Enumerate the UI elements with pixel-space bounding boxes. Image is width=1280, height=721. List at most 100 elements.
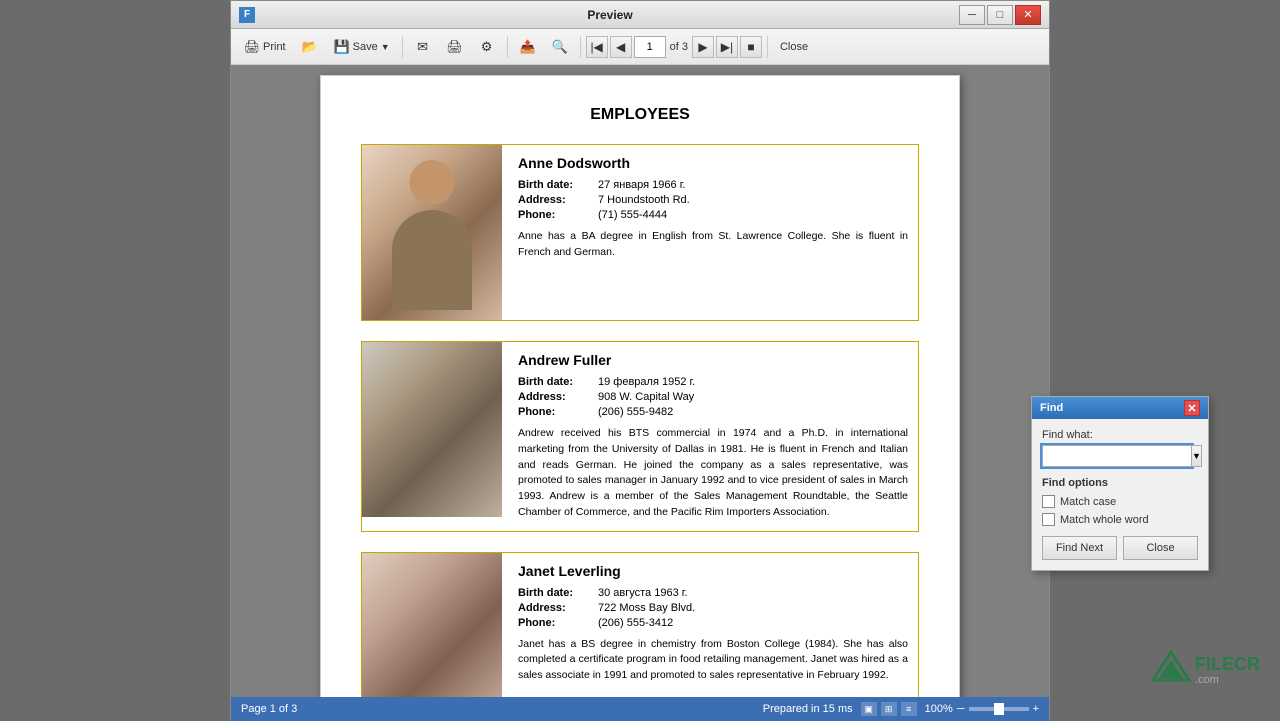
andrew-birthdate-value: 19 февраля 1952 г. (598, 376, 695, 388)
zoom-minus-button[interactable]: ─ (957, 703, 965, 715)
find-next-button[interactable]: Find Next (1042, 536, 1117, 560)
employee-info-anne: Anne Dodsworth Birth date: 27 января 196… (518, 145, 918, 320)
find-what-label: Find what: (1042, 429, 1198, 441)
print-button[interactable]: 🖨 Print (237, 33, 293, 61)
next-page-button[interactable]: ▶ (692, 36, 714, 58)
employee-photo-anne (362, 145, 502, 320)
zoom-plus-button[interactable]: + (1033, 703, 1039, 715)
employee-card-0: Anne Dodsworth Birth date: 27 января 196… (361, 144, 919, 321)
anne-birthdate-value: 27 января 1966 г. (598, 179, 685, 191)
settings-button[interactable]: ⚙ (472, 33, 502, 61)
watermark-subtext: .com (1195, 675, 1260, 686)
janet-phone-row: Phone: (206) 555-3412 (518, 617, 908, 629)
janet-phone-value: (206) 555-3412 (598, 617, 673, 629)
find-buttons: Find Next Close (1042, 536, 1198, 560)
janet-phone-label: Phone: (518, 617, 598, 629)
andrew-phone-label: Phone: (518, 406, 598, 418)
close-button[interactable]: Close (773, 33, 815, 61)
save-dropdown-arrow[interactable]: ▼ (381, 42, 390, 52)
andrew-address-value: 908 W. Capital Way (598, 391, 694, 403)
continuous-view-icon[interactable]: ≡ (901, 702, 917, 716)
find-input-dropdown[interactable]: ▼ (1192, 445, 1202, 467)
single-page-view-icon[interactable]: ▣ (861, 702, 877, 716)
janet-birthdate-value: 30 августа 1963 г. (598, 587, 687, 599)
watermark-text: FILECR (1195, 654, 1260, 675)
find-input[interactable] (1042, 445, 1192, 467)
page-of-label: of 3 (670, 41, 688, 53)
save-icon: 💾 (334, 39, 350, 55)
andrew-birthdate-row: Birth date: 19 февраля 1952 г. (518, 376, 908, 388)
employee-photo-andrew (362, 342, 502, 517)
first-page-button[interactable]: |◀ (586, 36, 608, 58)
employee-info-janet: Janet Leverling Birth date: 30 августа 1… (518, 553, 918, 698)
document-page: EMPLOYEES Anne Dodsworth Birth date: 27 … (320, 75, 960, 697)
janet-address-row: Address: 722 Moss Bay Blvd. (518, 602, 908, 614)
andrew-address-row: Address: 908 W. Capital Way (518, 391, 908, 403)
andrew-phone-row: Phone: (206) 555-9482 (518, 406, 908, 418)
andrew-address-label: Address: (518, 391, 598, 403)
title-bar: F Preview ─ □ ✕ (231, 1, 1049, 29)
separator3 (580, 36, 581, 58)
anne-bio: Anne has a BA degree in English from St.… (518, 229, 908, 261)
anne-phone-value: (71) 555-4444 (598, 209, 667, 221)
anne-address-value: 7 Houndstooth Rd. (598, 194, 690, 206)
andrew-bio: Andrew received his BTS commercial in 19… (518, 426, 908, 521)
anne-phone-label: Phone: (518, 209, 598, 221)
anne-address-row: Address: 7 Houndstooth Rd. (518, 194, 908, 206)
match-case-label: Match case (1060, 496, 1116, 508)
print2-icon: 🖨 (447, 39, 463, 55)
email-icon: ✉ (415, 39, 431, 55)
main-area: EMPLOYEES Anne Dodsworth Birth date: 27 … (231, 65, 1049, 697)
watermark: FILECR .com (1151, 650, 1260, 690)
email-button[interactable]: ✉ (408, 33, 438, 61)
open-button[interactable]: 📂 (295, 33, 325, 61)
document-title: EMPLOYEES (361, 106, 919, 124)
last-page-button[interactable]: ▶| (716, 36, 738, 58)
match-case-checkbox[interactable] (1042, 495, 1055, 508)
status-page-info: Page 1 of 3 (241, 703, 297, 715)
export-button[interactable]: 📤 (513, 33, 543, 61)
employee-photo-janet (362, 553, 502, 698)
print-icon: 🖨 (244, 39, 260, 55)
janet-birthdate-row: Birth date: 30 августа 1963 г. (518, 587, 908, 599)
match-whole-word-checkbox[interactable] (1042, 513, 1055, 526)
andrew-birthdate-label: Birth date: (518, 376, 598, 388)
zoom-slider[interactable] (969, 707, 1029, 711)
find-options-label: Find options (1042, 477, 1198, 489)
preview-area[interactable]: EMPLOYEES Anne Dodsworth Birth date: 27 … (231, 65, 1049, 697)
find-close-button[interactable]: Close (1123, 536, 1198, 560)
employee-name-janet: Janet Leverling (518, 563, 908, 579)
separator2 (507, 36, 508, 58)
maximize-button[interactable]: □ (987, 5, 1013, 25)
separator4 (767, 36, 768, 58)
page-number-input[interactable]: 1 (634, 36, 666, 58)
settings-icon: ⚙ (479, 39, 495, 55)
status-bar: Page 1 of 3 Prepared in 15 ms ▣ ⊞ ≡ 100%… (231, 697, 1049, 721)
print2-button[interactable]: 🖨 (440, 33, 470, 61)
zoom-button[interactable]: 🔍 (545, 33, 575, 61)
anne-birthdate-label: Birth date: (518, 179, 598, 191)
stop-button[interactable]: ■ (740, 36, 762, 58)
minimize-button[interactable]: ─ (959, 5, 985, 25)
status-view-icons: ▣ ⊞ ≡ (861, 702, 917, 716)
andrew-phone-value: (206) 555-9482 (598, 406, 673, 418)
zoom-slider-thumb[interactable] (994, 703, 1004, 715)
match-whole-word-row: Match whole word (1042, 513, 1198, 526)
find-dialog-titlebar: Find ✕ (1032, 397, 1208, 419)
match-whole-word-label: Match whole word (1060, 514, 1149, 526)
window-controls: ─ □ ✕ (959, 5, 1041, 25)
save-button[interactable]: 💾 Save ▼ (327, 33, 397, 61)
multi-page-view-icon[interactable]: ⊞ (881, 702, 897, 716)
janet-birthdate-label: Birth date: (518, 587, 598, 599)
toolbar: 🖨 Print 📂 💾 Save ▼ ✉ 🖨 ⚙ 📤 🔍 (231, 29, 1049, 65)
app-icon: F (239, 7, 255, 23)
anne-birthdate-row: Birth date: 27 января 1966 г. (518, 179, 908, 191)
employee-info-andrew: Andrew Fuller Birth date: 19 февраля 195… (518, 342, 918, 531)
zoom-level: 100% (925, 703, 953, 715)
employee-name-anne: Anne Dodsworth (518, 155, 908, 171)
find-dialog-body: Find what: ▼ Find options Match case Mat… (1032, 419, 1208, 570)
find-dialog-close-button[interactable]: ✕ (1184, 400, 1200, 416)
window-title: Preview (261, 8, 959, 22)
prev-page-button[interactable]: ◀ (610, 36, 632, 58)
window-close-button[interactable]: ✕ (1015, 5, 1041, 25)
